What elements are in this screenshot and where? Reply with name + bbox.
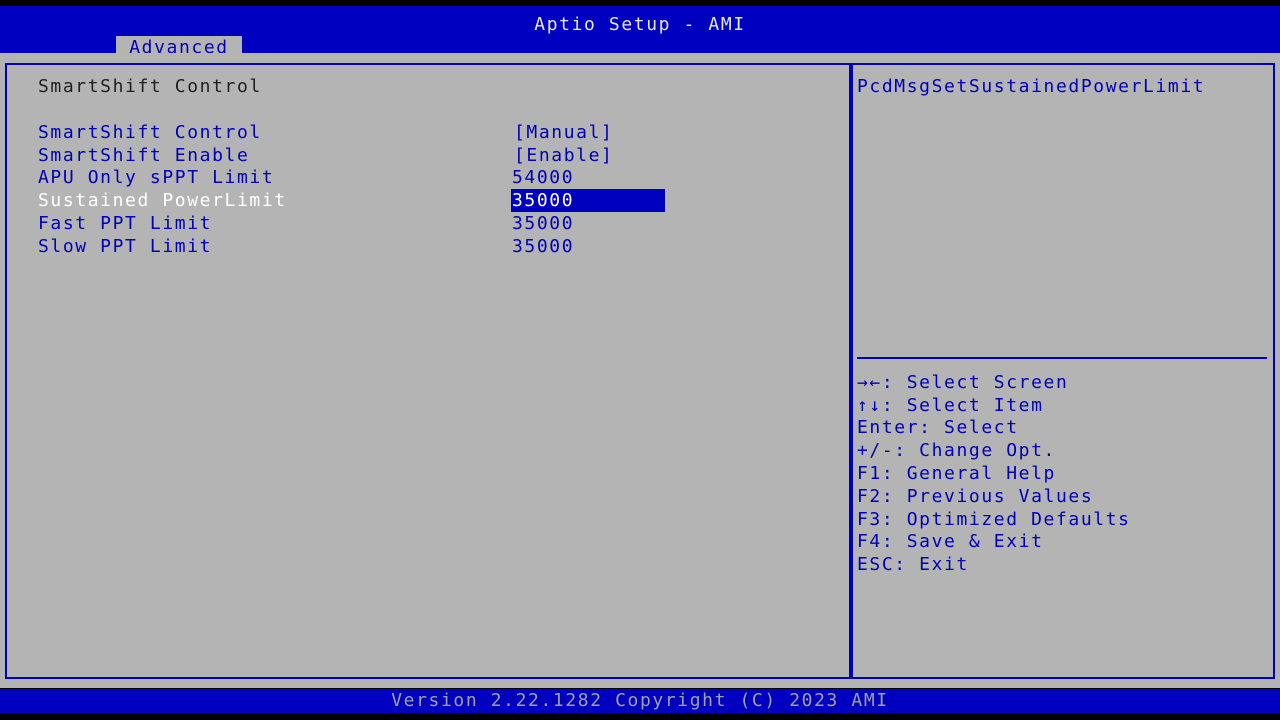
key-hint-change-opt: +/-: Change Opt. [857, 440, 1056, 461]
setting-label-smartshift-enable[interactable]: SmartShift Enable [38, 145, 249, 167]
setting-value-slow-ppt-limit[interactable]: 35000 [512, 236, 574, 258]
key-hint-select-item: ↑↓: Select Item [857, 395, 1044, 416]
setting-label-sustained-powerlimit[interactable]: Sustained PowerLimit [38, 190, 287, 212]
setting-value-sustained-powerlimit[interactable]: 35000 [512, 190, 574, 212]
setting-value-smartshift-enable[interactable]: [Enable] [514, 145, 614, 167]
help-divider [857, 357, 1267, 359]
key-hint-esc: ESC: Exit [857, 554, 969, 575]
setting-label-fast-ppt-limit[interactable]: Fast PPT Limit [38, 213, 212, 235]
setting-label-slow-ppt-limit[interactable]: Slow PPT Limit [38, 236, 212, 258]
setting-value-fast-ppt-limit[interactable]: 35000 [512, 213, 574, 235]
setting-value-smartshift-control[interactable]: [Manual] [514, 122, 614, 144]
title-bar: Aptio Setup - AMI Advanced [0, 6, 1280, 59]
section-title: SmartShift Control [38, 76, 262, 97]
help-panel [851, 63, 1275, 679]
key-hint-f3: F3: Optimized Defaults [857, 509, 1131, 530]
help-description: PcdMsgSetSustainedPowerLimit [857, 76, 1206, 97]
app-title: Aptio Setup - AMI [534, 14, 746, 35]
key-hint-f1: F1: General Help [857, 463, 1056, 484]
key-hint-enter: Enter: Select [857, 417, 1019, 438]
setting-value-apu-only-sppt-limit[interactable]: 54000 [512, 167, 574, 189]
setting-label-smartshift-control[interactable]: SmartShift Control [38, 122, 262, 144]
key-hint-f4: F4: Save & Exit [857, 531, 1044, 552]
main-panel: SmartShift Control SmartShift Control [M… [0, 53, 1280, 688]
key-hint-select-screen: →←: Select Screen [857, 372, 1069, 393]
footer-bar: Version 2.22.1282 Copyright (C) 2023 AMI [0, 689, 1280, 713]
footer-version: Version 2.22.1282 Copyright (C) 2023 AMI [391, 690, 889, 711]
setting-label-apu-only-sppt-limit[interactable]: APU Only sPPT Limit [38, 167, 274, 189]
key-hint-f2: F2: Previous Values [857, 486, 1094, 507]
